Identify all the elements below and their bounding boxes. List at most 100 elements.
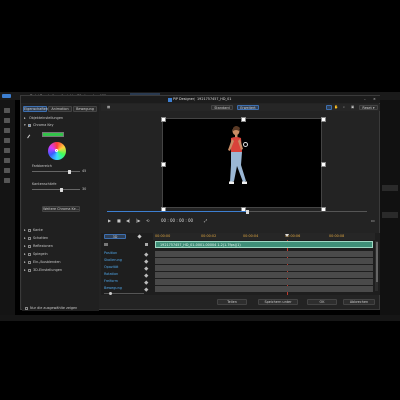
eyedropper-icon[interactable] (27, 134, 32, 140)
tool-import-icon[interactable] (4, 108, 10, 113)
row-label-opazitaet[interactable]: Opazität (104, 265, 118, 269)
resize-handle-tl[interactable] (160, 116, 166, 122)
row-keyframe-icon[interactable] (144, 251, 149, 256)
tool-chapter-icon[interactable] (4, 178, 10, 183)
collapse-arrow-icon: ▾ (24, 122, 26, 127)
row-keyframe-icon[interactable] (144, 265, 149, 270)
loop-icon[interactable]: ⟲ (146, 219, 149, 223)
show-selected-checkbox[interactable] (25, 307, 28, 310)
section-schatten[interactable]: ▸ Schatten (23, 236, 98, 241)
pointer-tool-icon[interactable] (326, 104, 332, 110)
tab-bewegung[interactable]: Bewegung (73, 106, 97, 112)
timeline-vscroll-thumb[interactable] (375, 242, 378, 282)
playhead-marker-icon[interactable] (285, 234, 289, 237)
row-label-rotation[interactable]: Rotation (104, 272, 118, 276)
host-right-bar (382, 185, 398, 191)
host-right-panel (380, 100, 400, 315)
share-button[interactable]: Teilen (217, 299, 247, 305)
row-keyframe-icon[interactable] (144, 258, 149, 263)
timeline-3d-toggle[interactable]: 3D (104, 234, 126, 239)
row-label-skalierung[interactable]: Skalierung (104, 258, 122, 262)
preview-scrub-track-rest[interactable] (247, 211, 367, 213)
section-ein-ausblenden[interactable]: ▸ Ein-/Ausblenden (23, 260, 98, 265)
minimize-icon[interactable]: – (364, 97, 366, 101)
view-extended-button[interactable]: Erweitert (237, 104, 259, 110)
tab-eigenschaften[interactable]: Eigenschaften (23, 106, 48, 112)
close-icon[interactable]: × (373, 97, 376, 101)
row-keyframe-icon[interactable] (144, 272, 149, 277)
play-icon[interactable]: ▶ (108, 219, 111, 223)
resize-handle-mr[interactable] (320, 161, 326, 167)
resize-handle-tr[interactable] (320, 116, 326, 122)
section-label: Kante (33, 227, 43, 232)
rotate-handle-icon[interactable] (243, 142, 248, 147)
row-label-bewegung[interactable]: Bewegung (104, 286, 122, 290)
slider2-track[interactable] (32, 189, 80, 190)
stop-icon[interactable]: ■ (117, 219, 121, 223)
walking-woman-figure (228, 126, 247, 184)
tool-title-icon[interactable] (4, 148, 10, 153)
row-keyframe-icon[interactable] (144, 286, 149, 291)
row-track-position[interactable] (155, 251, 373, 257)
tool-media-icon[interactable] (4, 118, 10, 123)
save-as-button[interactable]: Speichern unter (258, 299, 298, 305)
resize-handle-ml[interactable] (160, 161, 166, 167)
section-chroma-key[interactable]: ▾ Chroma Key (23, 123, 98, 128)
color-wheel-marker[interactable] (55, 149, 58, 152)
section-reflexionen[interactable]: ▸ Reflexionen (23, 244, 98, 249)
slider1-thumb[interactable] (68, 169, 71, 174)
slider2-value: 30 (82, 186, 87, 191)
section-spiegeln[interactable]: ▸ Spiegeln (23, 252, 98, 257)
row-track-skalierung[interactable] (155, 258, 373, 264)
timeline-keyframe-icon[interactable] (137, 234, 142, 239)
section-checkbox[interactable] (28, 228, 31, 232)
section-checkbox[interactable] (28, 244, 31, 248)
tool-transition-icon[interactable] (4, 158, 10, 163)
row-label-freiform[interactable]: Freiform (104, 279, 118, 283)
preview-canvas[interactable] (162, 118, 322, 208)
zoom-icon[interactable]: ⌕ (343, 105, 345, 109)
preview-scrub-track[interactable] (107, 211, 247, 213)
ok-button[interactable]: OK (307, 299, 337, 305)
resize-handle-tc[interactable] (240, 116, 246, 122)
more-chroma-key-button[interactable]: Weitere Chroma Ke... (42, 206, 80, 212)
section-checkbox[interactable] (28, 268, 31, 272)
next-frame-icon[interactable]: |▶ (136, 219, 140, 223)
monitor-icon[interactable]: ▭ (371, 219, 375, 223)
chroma-key-checkbox[interactable] (28, 123, 31, 127)
timecode-display[interactable]: 00 : 00 : 00 : 00 (161, 219, 193, 223)
timeline-zoom-thumb[interactable] (109, 291, 112, 295)
fit-icon[interactable]: ▣ (351, 105, 354, 109)
section-checkbox[interactable] (28, 260, 31, 264)
cancel-button[interactable]: Abbrechen (343, 299, 375, 305)
tool-effects-icon[interactable] (4, 128, 10, 133)
section-objekteinstellungen[interactable]: ▸ Objekteinstellungen (23, 116, 98, 121)
preset-dropdown[interactable]: Reset ▾ (359, 104, 378, 110)
timeline-clip[interactable]: 1921757457_HD_01-0001-00004 1.2(1.7fps)(… (155, 241, 373, 248)
slider2-thumb[interactable] (60, 187, 63, 192)
grid-icon[interactable]: ▦ (107, 105, 110, 109)
row-keyframe-icon[interactable] (144, 279, 149, 284)
section-3d-einstellungen[interactable]: ▸ 3D-Einstellungen (23, 268, 98, 273)
prev-frame-icon[interactable]: ◀| (126, 219, 130, 223)
view-standard-button[interactable]: Standard (211, 104, 233, 110)
timeline-ruler[interactable]: 00:00:00 00:00:02 00:00:04 00:00:06 00:0… (153, 233, 375, 240)
tab-animation[interactable]: Animation (48, 106, 72, 112)
pan-tool-icon[interactable]: ✋ (334, 105, 338, 109)
section-checkbox[interactable] (28, 252, 31, 256)
section-checkbox[interactable] (28, 236, 31, 240)
fullscreen-icon[interactable]: ⤢ (204, 219, 207, 223)
section-kante[interactable]: ▸ Kante (23, 228, 98, 233)
tool-pip-icon[interactable] (4, 138, 10, 143)
track-lock-icon[interactable] (145, 243, 148, 246)
row-track-bewegung[interactable] (155, 286, 373, 292)
row-track-freiform[interactable] (155, 279, 373, 285)
slider1-track[interactable] (32, 171, 80, 172)
chroma-color-swatch[interactable] (42, 132, 64, 137)
tool-audio-icon[interactable] (4, 168, 10, 173)
row-track-rotation[interactable] (155, 272, 373, 278)
row-track-opazitaet[interactable] (155, 265, 373, 271)
preview-scrub-thumb[interactable] (246, 209, 249, 214)
row-label-position[interactable]: Position (104, 251, 117, 255)
expand-arrow-icon: ▸ (24, 243, 26, 248)
